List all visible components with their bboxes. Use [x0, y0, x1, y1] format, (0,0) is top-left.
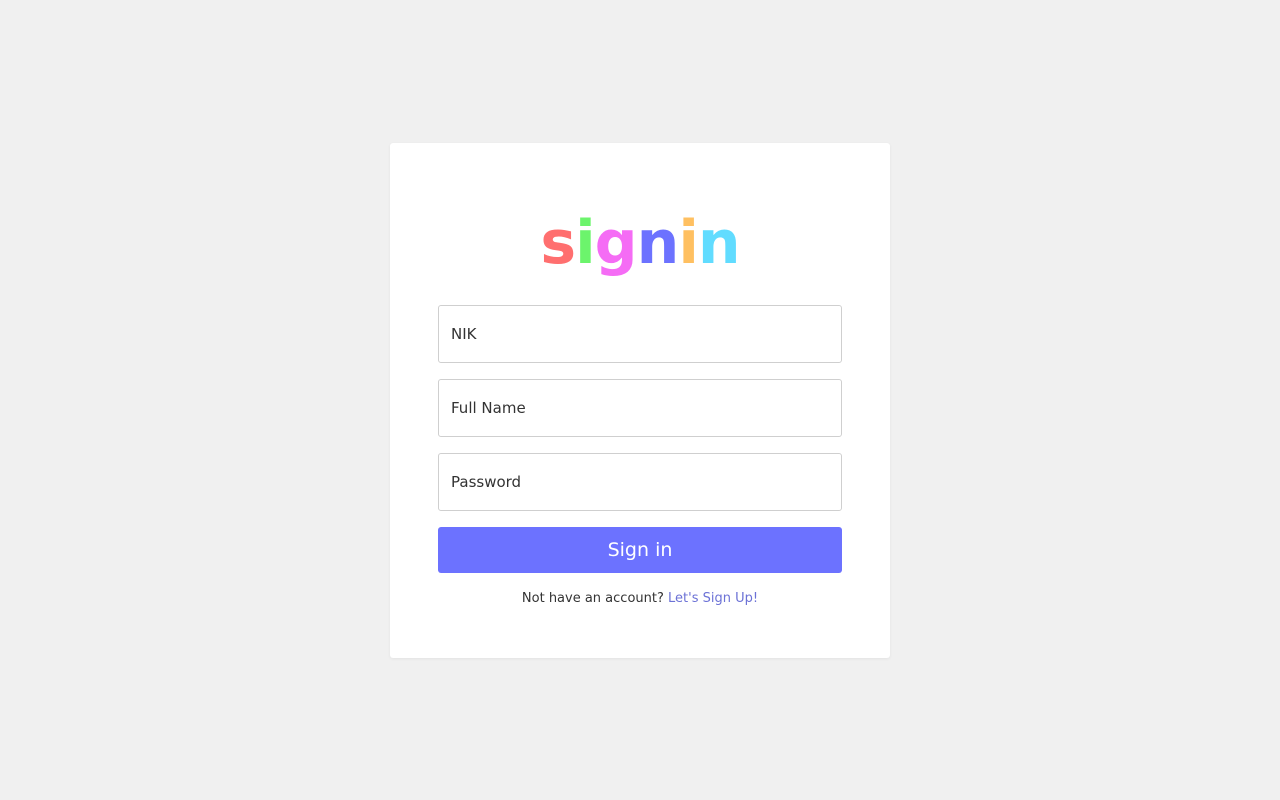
logo-letter: n	[636, 208, 680, 278]
signup-prompt: Not have an account? Let's Sign Up!	[390, 591, 890, 606]
sign-up-link[interactable]: Let's Sign Up!	[668, 591, 758, 606]
password-input[interactable]	[438, 453, 842, 511]
signin-logo: signin	[390, 201, 890, 285]
sign-in-button[interactable]: Sign in	[438, 527, 842, 573]
logo-letter: i	[575, 208, 596, 278]
signin-card: signin Sign in Not have an account? Let'…	[390, 143, 890, 658]
logo-letter: g	[594, 208, 638, 278]
logo-letter: n	[697, 208, 741, 278]
logo-letter: s	[540, 208, 576, 278]
nik-input[interactable]	[438, 305, 842, 363]
logo-letter: i	[678, 208, 699, 278]
signup-prompt-text: Not have an account?	[521, 591, 664, 606]
full-name-input[interactable]	[438, 379, 842, 437]
